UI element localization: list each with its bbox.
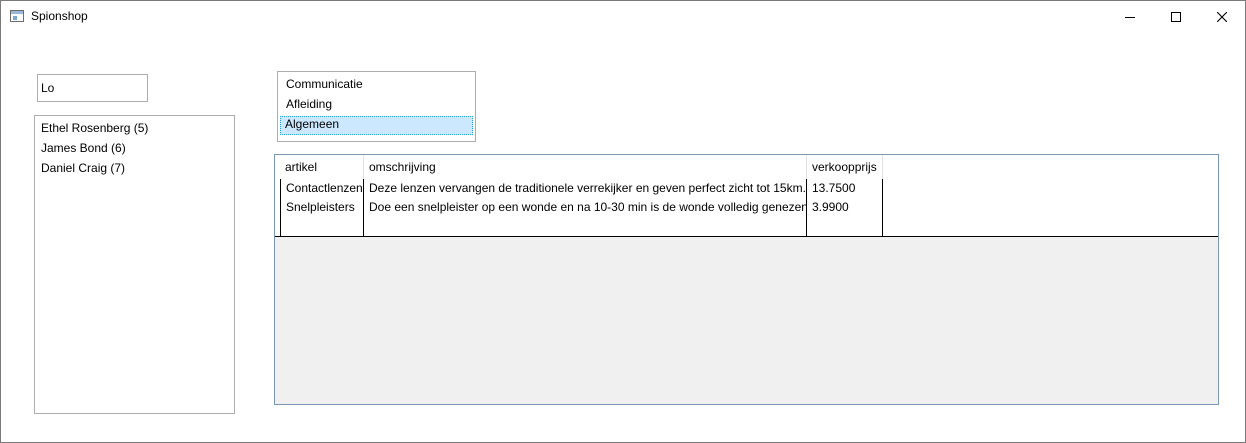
cell-verkoopprijs[interactable]: 3.9900 <box>807 198 883 217</box>
cell-omschrijving[interactable]: Deze lenzen vervangen de traditionele ve… <box>364 179 807 198</box>
cell-filler <box>883 198 1218 217</box>
agent-list-item[interactable]: James Bond (6) <box>35 141 234 161</box>
grid-header: artikel omschrijving verkoopprijs <box>275 155 1218 179</box>
article-grid[interactable]: artikel omschrijving verkoopprijs Contac… <box>274 154 1219 405</box>
cell-artikel[interactable]: Snelpleisters <box>280 198 364 217</box>
close-button[interactable] <box>1199 1 1245 32</box>
category-item-algemeen[interactable]: Algemeen <box>280 116 473 135</box>
column-header-artikel[interactable]: artikel <box>280 155 364 179</box>
cell-omschrijving[interactable]: Doe een snelpleister op een wonde en na … <box>364 198 807 217</box>
column-header-verkoopprijs[interactable]: verkoopprijs <box>807 155 883 179</box>
title-bar[interactable]: Spionshop <box>1 1 1245 32</box>
cell-verkoopprijs[interactable]: 13.7500 <box>807 179 883 198</box>
maximize-button[interactable] <box>1153 1 1199 32</box>
maximize-icon <box>1171 11 1181 22</box>
window-title: Spionshop <box>31 9 88 23</box>
minimize-button[interactable] <box>1107 1 1153 32</box>
close-icon <box>1217 11 1227 22</box>
minimize-icon <box>1125 16 1135 18</box>
cell-filler <box>883 179 1218 198</box>
app-icon <box>10 10 24 22</box>
agent-list-item[interactable]: Daniel Craig (7) <box>35 161 234 181</box>
category-item-communicatie[interactable]: Communicatie <box>280 76 473 96</box>
table-row[interactable]: Contactlenzen Deze lenzen vervangen de t… <box>275 179 1218 199</box>
category-list[interactable]: Communicatie Afleiding Algemeen <box>277 71 476 142</box>
agent-list[interactable]: Ethel Rosenberg (5) James Bond (6) Danie… <box>34 115 235 414</box>
column-header-filler <box>883 155 1218 179</box>
new-cell-artikel[interactable] <box>280 217 364 236</box>
new-cell-verkoopprijs[interactable] <box>807 217 883 236</box>
agent-list-item[interactable]: Ethel Rosenberg (5) <box>35 121 234 141</box>
cell-artikel[interactable]: Contactlenzen <box>280 179 364 198</box>
app-window: Spionshop Ethel Rosenberg (5) James Bond… <box>0 0 1246 443</box>
table-row[interactable]: Snelpleisters Doe een snelpleister op ee… <box>275 198 1218 218</box>
new-cell-omschrijving[interactable] <box>364 217 807 236</box>
new-row[interactable] <box>275 217 1218 237</box>
cell-filler <box>883 217 1218 236</box>
category-item-afleiding[interactable]: Afleiding <box>280 96 473 116</box>
column-header-omschrijving[interactable]: omschrijving <box>364 155 807 179</box>
search-input[interactable] <box>37 74 148 102</box>
